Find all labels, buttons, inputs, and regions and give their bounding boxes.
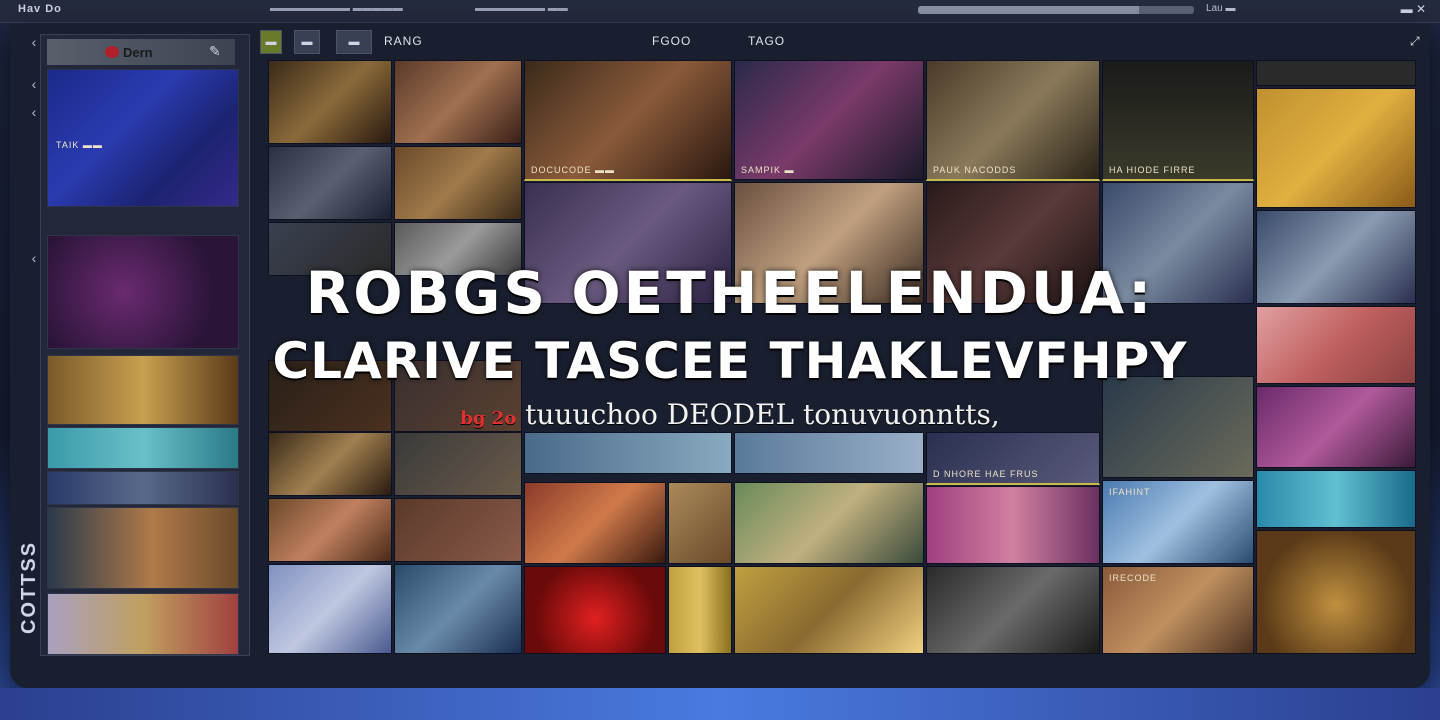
- media-tile[interactable]: [394, 146, 522, 220]
- media-tile[interactable]: [268, 498, 392, 562]
- media-tile[interactable]: PAUK NACODDS: [926, 60, 1100, 181]
- tile-caption: IFAHINT: [1109, 487, 1151, 497]
- color-swatch-button[interactable]: ▬: [260, 30, 282, 54]
- sidebar-item[interactable]: [47, 355, 239, 425]
- media-tile[interactable]: [1256, 470, 1416, 528]
- media-tile[interactable]: [268, 432, 392, 496]
- sidebar-brand[interactable]: Dern ✎: [47, 39, 235, 65]
- media-tile[interactable]: [268, 146, 392, 220]
- media-tile[interactable]: [394, 498, 522, 562]
- tile-caption: HA HIODE FIRRE: [1109, 165, 1196, 175]
- sidebar-item[interactable]: [47, 427, 239, 469]
- media-tile[interactable]: [926, 566, 1100, 654]
- label-fgoo[interactable]: FGOO: [652, 34, 691, 48]
- tile-caption: D NHORE HAE FRUS: [933, 469, 1039, 479]
- sidebar-item[interactable]: [47, 235, 239, 349]
- media-tile[interactable]: [1256, 306, 1416, 384]
- top-bar-text-2: ▬▬▬▬▬▬▬ ▬▬: [475, 3, 568, 14]
- tile-caption: PAUK NACODDS: [933, 165, 1017, 175]
- media-tile[interactable]: [524, 432, 732, 474]
- media-tile[interactable]: [668, 566, 732, 654]
- brand-name: Dern: [123, 45, 153, 60]
- media-tile[interactable]: [394, 222, 522, 276]
- media-tile[interactable]: IFAHINT: [1102, 480, 1254, 564]
- view-button[interactable]: ▬: [336, 30, 372, 54]
- media-tile[interactable]: [1256, 88, 1416, 208]
- media-tile[interactable]: DOCUCODE ▬▬: [524, 60, 732, 181]
- media-tile[interactable]: [734, 182, 924, 304]
- tile-caption: IRECODE: [1109, 573, 1158, 583]
- media-tile[interactable]: [394, 564, 522, 654]
- sidebar-item[interactable]: [47, 593, 239, 655]
- media-tile[interactable]: [1256, 530, 1416, 654]
- media-tile[interactable]: HA HIODE FIRRE: [1102, 60, 1254, 181]
- media-tile[interactable]: [1256, 60, 1416, 86]
- window-controls[interactable]: ▬ ✕: [1401, 2, 1426, 16]
- media-tile[interactable]: [268, 222, 392, 276]
- media-tile[interactable]: [268, 564, 392, 654]
- media-tile[interactable]: [1256, 386, 1416, 468]
- media-tile[interactable]: [1102, 376, 1254, 478]
- media-tile[interactable]: [394, 360, 522, 432]
- tile-caption: DOCUCODE ▬▬: [531, 165, 616, 175]
- app-title: Hav Do: [18, 3, 62, 15]
- sidebar-item[interactable]: [47, 471, 239, 505]
- media-tile[interactable]: [268, 360, 392, 432]
- media-tile[interactable]: [524, 482, 666, 564]
- media-tile[interactable]: [524, 182, 732, 304]
- media-tile[interactable]: [926, 182, 1100, 304]
- media-tile[interactable]: [394, 60, 522, 144]
- media-tile[interactable]: [734, 482, 924, 564]
- top-bar: Hav Do ▬▬▬▬▬▬▬▬ ▬▬▬▬▬ ▬▬▬▬▬▬▬ ▬▬ Lau ▬ ▬…: [0, 0, 1440, 23]
- edit-icon[interactable]: ✎: [209, 43, 221, 60]
- top-progress-bar[interactable]: [918, 6, 1194, 14]
- layers-button[interactable]: ▬: [294, 30, 320, 54]
- media-tile[interactable]: [734, 566, 924, 654]
- media-tile[interactable]: SAMPIK ▬: [734, 60, 924, 180]
- sidebar: Dern ✎ TAIK ▬▬: [40, 34, 250, 656]
- media-tile[interactable]: [394, 432, 522, 496]
- media-grid: DOCUCODE ▬▬ SAMPIK ▬ PAUK NACODDS D NHOR…: [268, 60, 1416, 656]
- expand-icon[interactable]: ⤢: [1410, 34, 1421, 49]
- toolbar: ▬ ▬ ▬ RANG FGOO TAGO ⤢: [260, 30, 1420, 54]
- media-tile[interactable]: IRECODE: [1102, 566, 1254, 654]
- desktop-background: [0, 688, 1440, 720]
- top-bar-label: Lau ▬: [1206, 3, 1236, 14]
- media-tile[interactable]: [926, 486, 1100, 564]
- tile-caption: SAMPIK ▬: [741, 165, 795, 175]
- media-tile[interactable]: [1256, 210, 1416, 304]
- record-icon: [105, 46, 119, 58]
- media-tile[interactable]: [734, 432, 924, 474]
- media-tile[interactable]: D NHORE HAE FRUS: [926, 432, 1100, 485]
- media-tile[interactable]: [524, 566, 666, 654]
- sidebar-item[interactable]: TAIK ▬▬: [47, 69, 239, 207]
- progress-fill: [918, 6, 1139, 14]
- sidebar-item[interactable]: [47, 507, 239, 589]
- media-tile[interactable]: [1102, 182, 1254, 304]
- media-tile[interactable]: [668, 482, 732, 564]
- top-bar-text: ▬▬▬▬▬▬▬▬ ▬▬▬▬▬: [270, 3, 403, 14]
- media-tile[interactable]: [268, 60, 392, 144]
- label-rang[interactable]: RANG: [384, 34, 423, 48]
- app-window: ‹ ‹ ‹ ‹ COTTSS Dern ✎ TAIK ▬▬ ▬ ▬ ▬ RANG…: [10, 24, 1430, 688]
- label-tago[interactable]: TAGO: [748, 34, 785, 48]
- sidebar-item-caption: TAIK ▬▬: [56, 140, 103, 150]
